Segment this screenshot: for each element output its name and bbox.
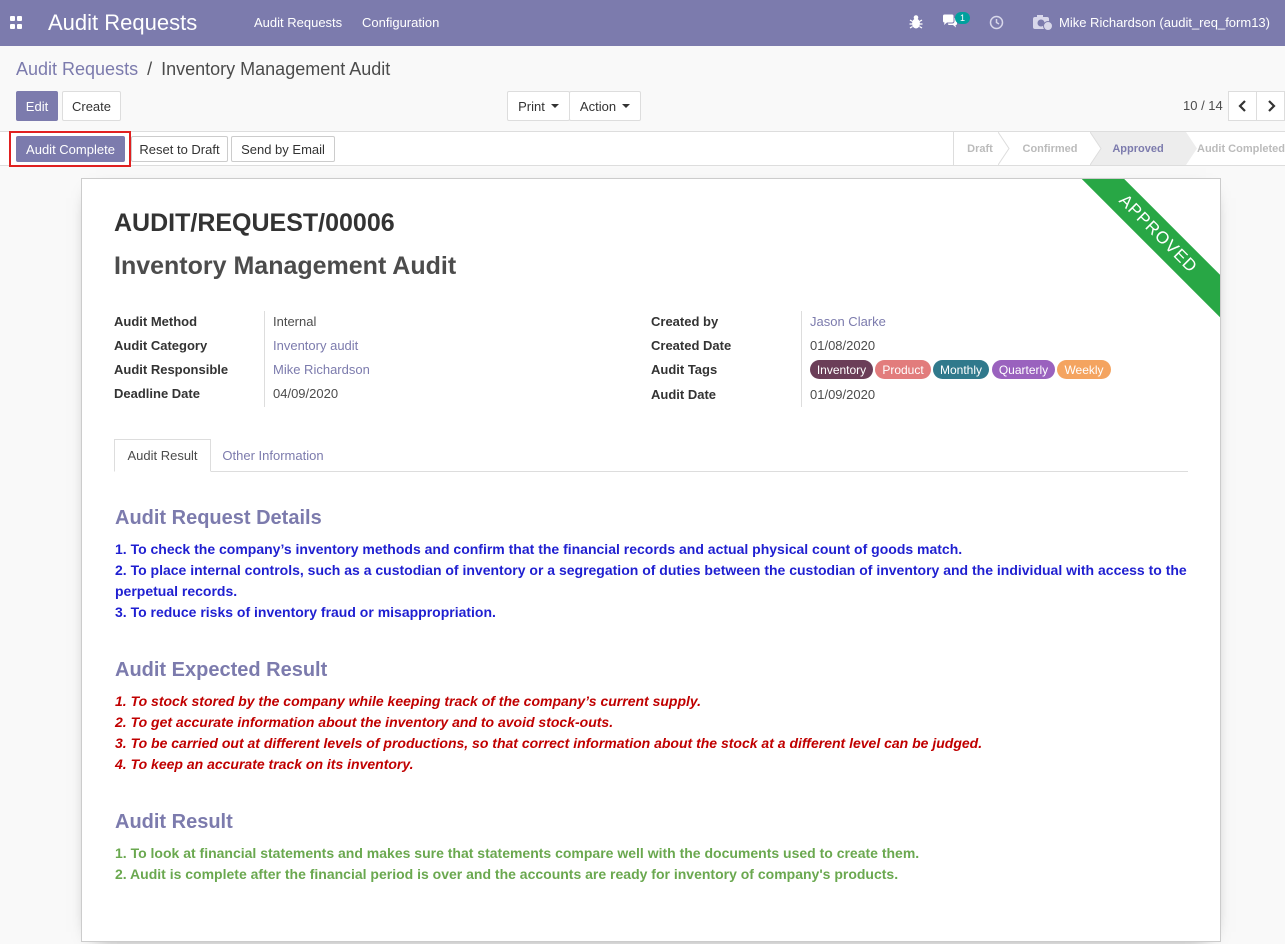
section-heading-details: Audit Request Details	[115, 507, 322, 529]
field-divider	[801, 311, 802, 407]
print-dropdown[interactable]: Print	[507, 91, 570, 121]
details-line: 1. To check the company’s inventory meth…	[115, 541, 963, 557]
value-created-by[interactable]: Jason Clarke	[810, 314, 886, 329]
camera-icon[interactable]	[1032, 13, 1054, 31]
top-navbar: Audit Requests Audit Requests Configurat…	[0, 0, 1285, 46]
tag-inventory[interactable]: Inventory	[810, 360, 873, 379]
chevron-left-icon	[1237, 100, 1246, 112]
send-by-email-button[interactable]: Send by Email	[231, 136, 335, 162]
breadcrumb-current: Inventory Management Audit	[161, 59, 391, 79]
expected-line: 3. To be carried out at different levels…	[115, 735, 983, 751]
pager-value[interactable]: 10 / 14	[1183, 98, 1223, 113]
result-line: 2. Audit is complete after the financial…	[115, 866, 899, 882]
value-deadline-date: 04/09/2020	[273, 386, 339, 401]
value-audit-method: Internal	[273, 314, 317, 329]
pager-previous-button[interactable]	[1228, 91, 1257, 121]
tag-product[interactable]: Product	[875, 360, 931, 379]
stage-confirmed[interactable]: Confirmed	[1010, 132, 1090, 165]
breadcrumb: Audit Requests / Inventory Management Au…	[16, 59, 390, 80]
record-title: Inventory Management Audit	[114, 252, 457, 280]
expected-text: 1. To stock stored by the company while …	[115, 691, 1190, 775]
user-menu[interactable]: Mike Richardson (audit_req_form13)	[1059, 15, 1270, 30]
value-audit-date: 01/09/2020	[810, 387, 876, 402]
action-dropdown[interactable]: Action	[569, 91, 641, 121]
label-created-by: Created by	[651, 314, 719, 329]
approved-ribbon: APPROVED	[1062, 179, 1220, 330]
breadcrumb-separator: /	[147, 59, 153, 79]
pager-next-button[interactable]	[1256, 91, 1285, 121]
record-reference: AUDIT/REQUEST/00006	[114, 209, 395, 237]
expected-line: 1. To stock stored by the company while …	[115, 693, 702, 709]
label-audit-date: Audit Date	[651, 387, 716, 402]
expected-line: 4. To keep an accurate track on its inve…	[115, 756, 414, 772]
details-line: 2. To place internal controls, such as a…	[115, 562, 1187, 599]
bug-icon[interactable]	[909, 14, 923, 30]
reset-to-draft-button[interactable]: Reset to Draft	[131, 136, 228, 162]
label-audit-category: Audit Category	[114, 338, 208, 353]
tab-audit-result[interactable]: Audit Result	[114, 439, 211, 472]
value-audit-responsible[interactable]: Mike Richardson	[273, 362, 370, 377]
caret-down-icon	[550, 104, 559, 108]
stage-separator	[1090, 132, 1102, 165]
label-audit-method: Audit Method	[114, 314, 198, 329]
menu-audit-requests[interactable]: Audit Requests	[254, 15, 342, 30]
statusbar: Audit Complete Reset to Draft Send by Em…	[0, 131, 1285, 166]
label-deadline-date: Deadline Date	[114, 386, 200, 401]
highlight-annotation	[9, 131, 131, 167]
section-heading-result: Audit Result	[115, 811, 233, 833]
apps-menu-icon[interactable]	[10, 16, 23, 29]
action-label: Action	[579, 98, 617, 114]
section-heading-expected: Audit Expected Result	[115, 659, 328, 681]
stage-approved[interactable]: Approved	[1090, 132, 1186, 165]
label-created-date: Created Date	[651, 338, 732, 353]
print-label: Print	[518, 98, 545, 114]
tag-quarterly[interactable]: Quarterly	[992, 360, 1055, 379]
expected-line: 2. To get accurate information about the…	[115, 714, 614, 730]
details-text: 1. To check the company’s inventory meth…	[115, 539, 1190, 623]
value-created-date: 01/08/2020	[810, 338, 876, 353]
field-divider	[264, 311, 265, 407]
chat-count-badge: 1	[955, 12, 971, 24]
chevron-right-icon	[1267, 100, 1276, 112]
tag-monthly[interactable]: Monthly	[933, 360, 989, 379]
label-audit-responsible: Audit Responsible	[114, 362, 229, 377]
label-audit-tags: Audit Tags	[651, 362, 718, 377]
caret-down-icon	[622, 104, 631, 108]
result-text: 1. To look at financial statements and m…	[115, 843, 1190, 885]
result-line: 1. To look at financial statements and m…	[115, 845, 920, 861]
stage-audit-completed[interactable]: Audit Completed	[1196, 132, 1285, 165]
create-button[interactable]: Create	[62, 91, 121, 121]
stage-separator	[998, 132, 1010, 165]
clock-icon[interactable]	[989, 15, 1004, 30]
value-audit-category[interactable]: Inventory audit	[273, 338, 358, 353]
menu-configuration[interactable]: Configuration	[362, 15, 439, 30]
form-sheet: APPROVED AUDIT/REQUEST/00006 Inventory M…	[81, 178, 1221, 942]
edit-button[interactable]: Edit	[16, 91, 58, 121]
tab-other-information[interactable]: Other Information	[211, 439, 335, 472]
notebook-tabs: Audit Result Other Information	[114, 439, 1188, 472]
breadcrumb-parent[interactable]: Audit Requests	[16, 59, 138, 79]
app-title[interactable]: Audit Requests	[48, 10, 197, 36]
details-line: 3. To reduce risks of inventory fraud or…	[115, 604, 496, 620]
tag-weekly[interactable]: Weekly	[1057, 360, 1111, 379]
